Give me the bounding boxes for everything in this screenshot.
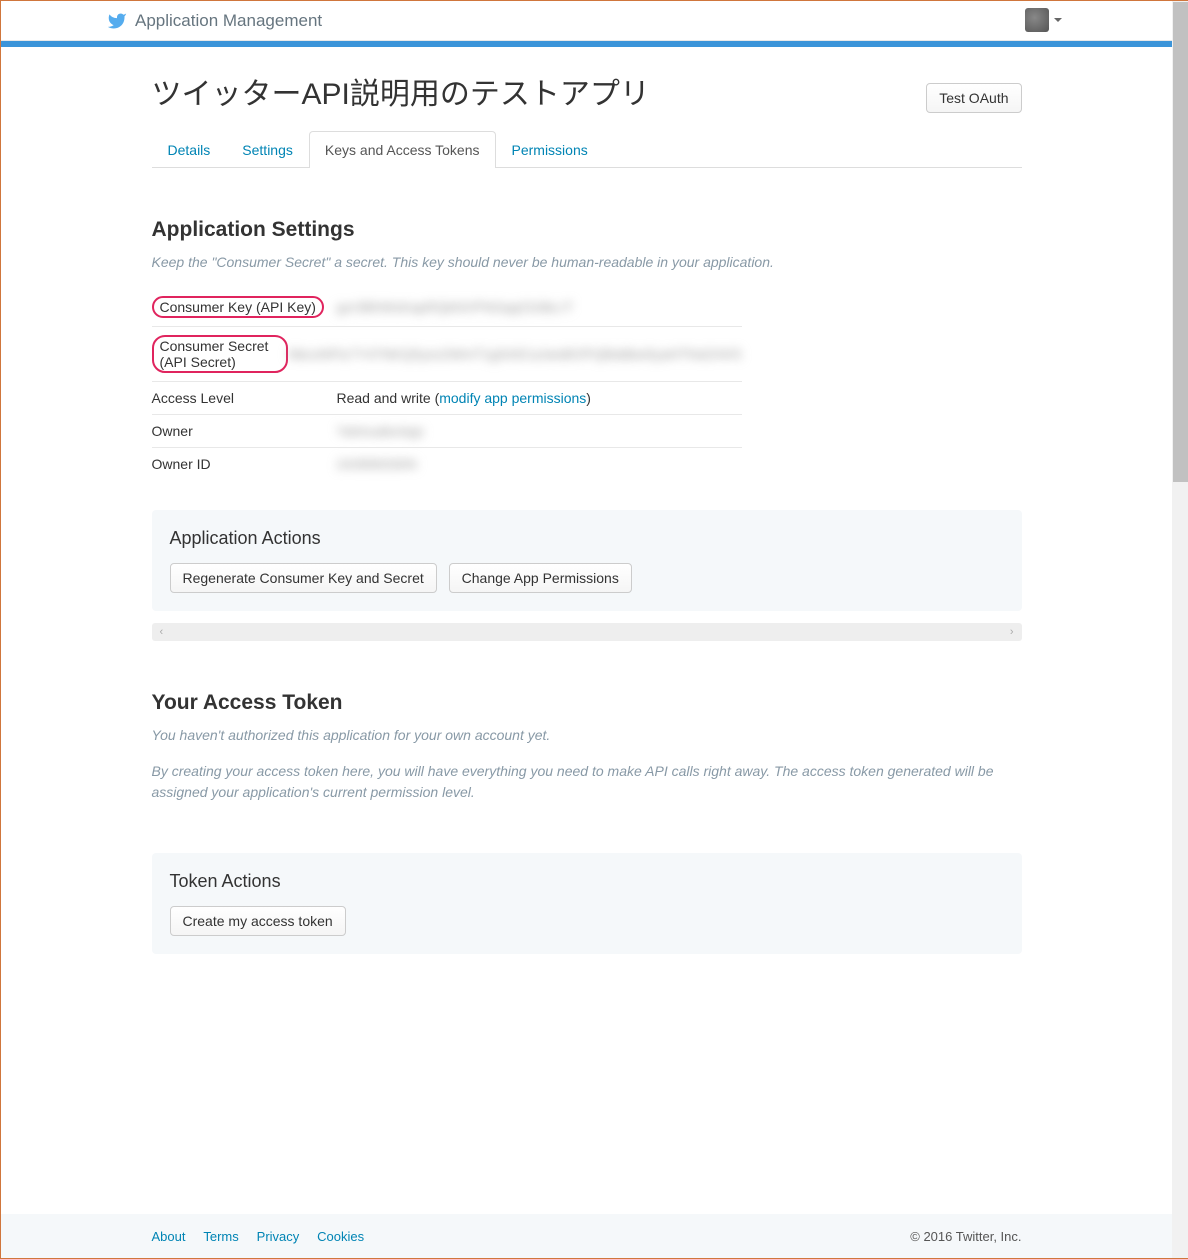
user-menu[interactable] (1025, 8, 1062, 32)
app-settings-desc: Keep the "Consumer Secret" a secret. Thi… (152, 252, 1022, 273)
owner-label: Owner (152, 423, 337, 439)
consumer-secret-label: Consumer Secret (API Secret) (152, 335, 288, 373)
footer-links: About Terms Privacy Cookies (152, 1228, 379, 1244)
chevron-left-icon: ‹ (160, 626, 164, 638)
application-actions-well: Application Actions Regenerate Consumer … (152, 510, 1022, 611)
consumer-key-value: gxr3BhWsKapRQkNVPNGqqCk3bLrT (337, 299, 574, 315)
row-consumer-secret: Consumer Secret (API Secret) NbcsNFtz7Y4… (152, 327, 742, 382)
footer-link-about[interactable]: About (152, 1229, 186, 1244)
token-actions-heading: Token Actions (170, 871, 1004, 892)
change-permissions-button[interactable]: Change App Permissions (449, 563, 632, 593)
nav-title[interactable]: Application Management (135, 11, 322, 31)
footer: About Terms Privacy Cookies © 2016 Twitt… (1, 1214, 1172, 1258)
regenerate-key-button[interactable]: Regenerate Consumer Key and Secret (170, 563, 437, 593)
tab-settings[interactable]: Settings (226, 131, 309, 168)
row-access-level: Access Level Read and write (modify app … (152, 382, 742, 415)
vertical-scrollbar[interactable]: ▴ (1172, 1, 1188, 1258)
page-title: ツイッターAPI説明用のテストアプリ (152, 77, 650, 113)
footer-link-privacy[interactable]: Privacy (257, 1229, 300, 1244)
create-access-token-button[interactable]: Create my access token (170, 906, 346, 936)
tab-permissions[interactable]: Permissions (496, 131, 604, 168)
row-owner: Owner YatmuabsApp (152, 415, 742, 448)
access-token-desc2: By creating your access token here, you … (152, 761, 1022, 803)
avatar (1025, 8, 1049, 32)
chevron-down-icon (1054, 18, 1062, 22)
owner-value: YatmuabsApp (337, 423, 424, 439)
tabs: Details Settings Keys and Access Tokens … (152, 131, 1022, 168)
footer-link-terms[interactable]: Terms (203, 1229, 238, 1244)
test-oauth-button[interactable]: Test OAuth (926, 83, 1021, 113)
app-settings-heading: Application Settings (152, 218, 1022, 242)
footer-copyright: © 2016 Twitter, Inc. (910, 1229, 1021, 1244)
modify-permissions-link[interactable]: modify app permissions (439, 390, 586, 406)
access-level-label: Access Level (152, 390, 337, 406)
row-owner-id: Owner ID 243999330N (152, 448, 742, 480)
footer-link-cookies[interactable]: Cookies (317, 1229, 364, 1244)
owner-id-label: Owner ID (152, 456, 337, 472)
token-actions-well: Token Actions Create my access token (152, 853, 1022, 954)
access-token-desc1: You haven't authorized this application … (152, 725, 1022, 746)
application-settings-section: Application Settings Keep the "Consumer … (152, 218, 1022, 641)
top-nav: Application Management (1, 1, 1172, 41)
settings-table: Consumer Key (API Key) gxr3BhWsKapRQkNVP… (152, 288, 742, 480)
owner-id-value: 243999330N (337, 456, 417, 472)
tab-keys-tokens[interactable]: Keys and Access Tokens (309, 131, 496, 168)
horizontal-scroll-hint[interactable]: ‹ › (152, 623, 1022, 641)
access-token-section: Your Access Token You haven't authorized… (152, 691, 1022, 954)
twitter-bird-icon (107, 11, 127, 31)
row-consumer-key: Consumer Key (API Key) gxr3BhWsKapRQkNVP… (152, 288, 742, 327)
access-level-value: Read and write (modify app permissions) (337, 390, 591, 406)
tab-details[interactable]: Details (152, 131, 227, 168)
access-token-heading: Your Access Token (152, 691, 1022, 715)
consumer-key-label: Consumer Key (API Key) (152, 296, 324, 318)
scrollbar-thumb[interactable] (1173, 2, 1188, 482)
app-actions-heading: Application Actions (170, 528, 1004, 549)
chevron-right-icon: › (1010, 626, 1014, 638)
consumer-secret-value: NbcsNFtz7Y47NKQ5ysx2WmT1g543CaJwsBOPQBdd… (288, 346, 742, 362)
